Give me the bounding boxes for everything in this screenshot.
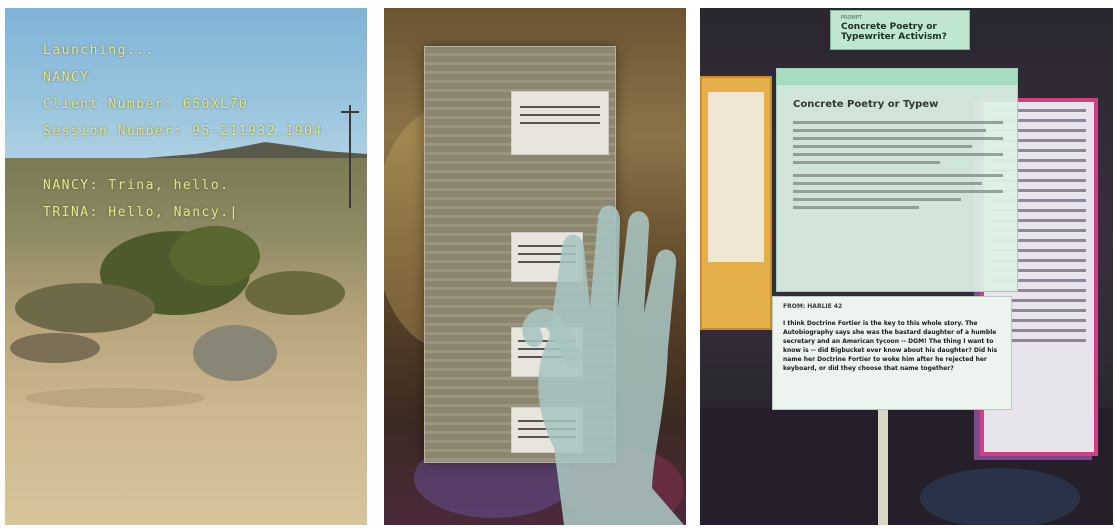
prompt-card: Concrete Poetry or Typew xyxy=(776,68,1018,292)
dialog-text-trina: : Hello, Nancy.| xyxy=(89,205,239,220)
prompt-card-body xyxy=(793,121,1003,214)
title-text: Concrete Poetry or Typewriter Activism? xyxy=(841,22,947,42)
prompt-card-header-bar xyxy=(777,69,1017,85)
terminal-line-launching: Launching... xyxy=(43,43,155,58)
prompt-card-heading: Concrete Poetry or Typew xyxy=(793,99,939,110)
dialog-line-trina: TRINA: Hello, Nancy.| xyxy=(43,205,239,220)
reply-from: FROM: HARLIE 42 xyxy=(783,303,843,310)
ar-form-panel xyxy=(384,8,686,525)
dialog-line-nancy: NANCY: Trina, hello. xyxy=(43,178,230,193)
terminal-line-nancy: NANCY xyxy=(43,70,90,85)
ar-cards-panel: Concrete Poetry or Typew PROMPT Concrete… xyxy=(700,8,1113,525)
hand-icon xyxy=(522,205,684,525)
title-prefix: PROMPT xyxy=(841,15,862,21)
title-tag: PROMPT Concrete Poetry or Typewriter Act… xyxy=(830,10,970,50)
dialog-text-nancy: : Trina, hello. xyxy=(89,178,230,193)
orange-card-content xyxy=(708,92,764,262)
orange-side-card xyxy=(700,76,772,330)
reply-card: FROM: HARLIE 42 I think Doctrine Fortier… xyxy=(772,296,1012,410)
reply-text: I think Doctrine Fortier is the key to t… xyxy=(783,320,998,372)
desert-shrubs xyxy=(10,105,359,408)
terminal-line-client-number: Client Number: 650XL70 xyxy=(43,97,249,112)
desert-photo-panel: Launching... NANCY Client Number: 650XL7… xyxy=(5,8,367,525)
terminal-line-session-number: Session Number: 95-211932.1904 xyxy=(43,124,323,139)
speaker-trina: TRINA xyxy=(43,205,90,220)
speaker-nancy: NANCY xyxy=(43,178,90,193)
